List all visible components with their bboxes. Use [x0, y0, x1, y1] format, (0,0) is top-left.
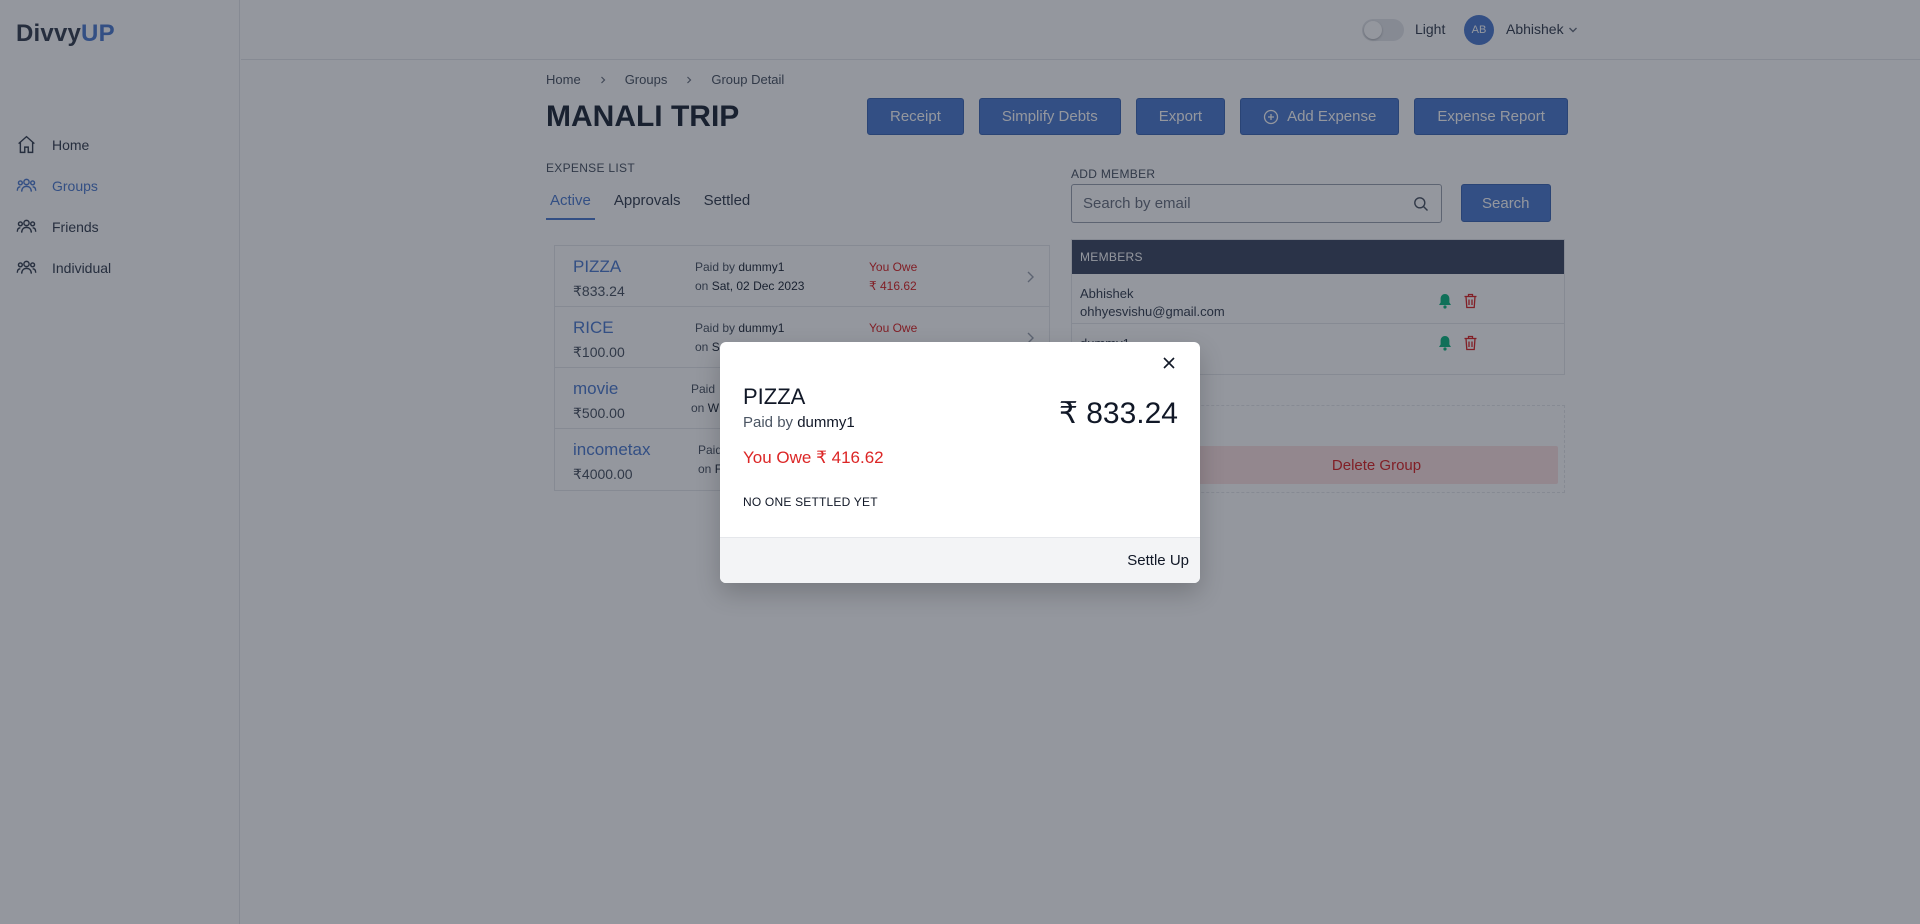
modal-expense-title: PIZZA: [743, 384, 806, 409]
expense-detail-modal: PIZZA Paid by dummy1 ₹ 833.24 You Owe ₹ …: [720, 342, 1200, 583]
modal-paid-prefix: Paid by: [743, 414, 794, 431]
modal-footer: Settle Up: [720, 537, 1200, 583]
modal-you-owe: You Owe ₹ 416.62: [743, 448, 884, 467]
modal-total-amount: ₹ 833.24: [1058, 397, 1178, 430]
settle-up-button[interactable]: Settle Up: [1127, 552, 1189, 569]
close-icon[interactable]: [1162, 356, 1176, 370]
modal-payer-name: dummy1: [797, 414, 855, 431]
settled-status: NO ONE SETTLED YET: [743, 495, 878, 509]
modal-payer-line: Paid by dummy1: [743, 414, 855, 431]
